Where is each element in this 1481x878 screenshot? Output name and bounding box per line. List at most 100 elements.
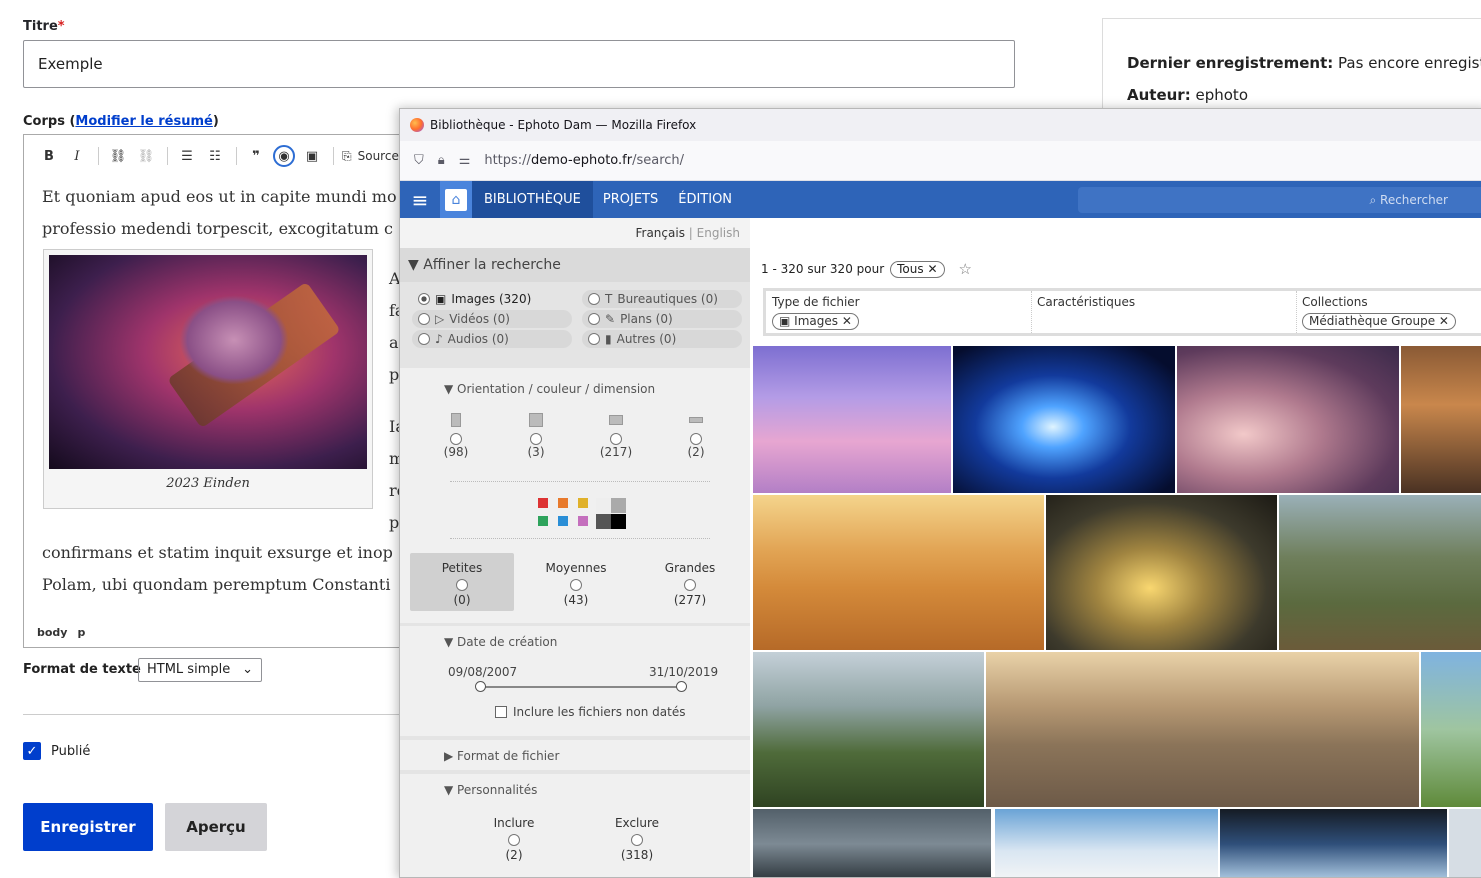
language-switcher: Français | English <box>400 218 750 248</box>
radio[interactable] <box>588 333 600 345</box>
bold-button[interactable]: B <box>38 145 60 167</box>
publie-checkbox[interactable]: ✓ Publié <box>23 742 90 760</box>
color-palette[interactable] <box>538 498 628 530</box>
thumbnail-cliffs[interactable] <box>753 809 991 877</box>
guitar-photo <box>49 255 367 469</box>
url-bar[interactable]: ⛉ 🔒︎ ⚌ https://demo-ephoto.fr/search/ <box>400 141 1481 181</box>
tab-edition[interactable]: ÉDITION <box>668 181 742 218</box>
file-icon: ▮ <box>605 332 612 346</box>
date-header[interactable]: ▼ Date de création <box>444 635 557 649</box>
star-icon[interactable]: ☆ <box>959 260 972 278</box>
size-petites[interactable]: Petites (0) <box>410 553 514 611</box>
thumbnail-clouds[interactable] <box>1177 346 1399 493</box>
shield-icon[interactable]: ⛉ <box>414 153 424 168</box>
filter-bureautiques[interactable]: T Bureautiques (0) <box>582 290 742 308</box>
radio[interactable] <box>418 333 430 345</box>
toolbar-separator <box>98 147 99 165</box>
people-header[interactable]: ▼ Personnalités <box>444 783 537 797</box>
bulleted-list-icon[interactable]: ☰ <box>176 145 198 167</box>
triangle-down-icon: ▼ <box>408 257 424 273</box>
radio[interactable] <box>418 293 430 305</box>
size-grandes[interactable]: Grandes (277) <box>638 553 742 611</box>
window-title: Bibliothèque - Ephoto Dam — Mozilla Fire… <box>430 118 697 132</box>
thumbnail-glacier[interactable] <box>1220 809 1447 877</box>
home-button[interactable]: ⌂ <box>440 181 472 218</box>
thumbnail-coastal-city[interactable] <box>986 652 1419 807</box>
format-select[interactable]: HTML simple ⌄ <box>138 658 262 682</box>
date-slider-track[interactable] <box>480 686 682 688</box>
ephoto-insert-icon[interactable]: ◉ <box>273 145 295 167</box>
source-label: Source <box>357 149 399 163</box>
toolbar-separator <box>333 147 334 165</box>
tab-bibliotheque[interactable]: BIBLIOTHÈQUE <box>472 181 593 218</box>
orientation-landscape[interactable]: (217) <box>596 413 636 459</box>
thumbnail-valley[interactable] <box>1421 652 1481 807</box>
source-button[interactable]: ⎘ Source <box>342 149 399 164</box>
date-slider-end-handle[interactable] <box>676 681 687 692</box>
lock-icon[interactable]: 🔒︎ <box>438 153 445 168</box>
refine-header[interactable]: ▼ Affiner la recherche <box>400 248 750 282</box>
date-slider-start-handle[interactable] <box>475 681 486 692</box>
undated-checkbox[interactable]: Inclure les fichiers non datés <box>495 705 686 719</box>
facet-type: Type de fichier ▣ Images ✕ <box>772 295 860 330</box>
filter-autres[interactable]: ▮ Autres (0) <box>582 330 742 348</box>
italic-button[interactable]: I <box>66 145 88 167</box>
image-insert-icon[interactable]: ▣ <box>301 145 323 167</box>
people-exclude[interactable]: Exclure (318) <box>585 808 689 866</box>
preview-button[interactable]: Aperçu <box>165 803 267 851</box>
menu-icon[interactable]: ≡ <box>400 181 440 218</box>
blockquote-icon[interactable]: ❞ <box>245 145 267 167</box>
titre-input[interactable]: Exemple <box>23 40 1015 88</box>
window-titlebar: Bibliothèque - Ephoto Dam — Mozilla Fire… <box>400 109 1481 141</box>
results-filter-chip[interactable]: Tous ✕ <box>890 260 945 278</box>
toolbar-separator <box>236 147 237 165</box>
radio[interactable] <box>588 293 600 305</box>
thumbnail-storm-sunset[interactable] <box>1046 495 1277 650</box>
search-input[interactable]: ⌕ Rechercher <box>1078 187 1481 213</box>
url-text[interactable]: https://demo-ephoto.fr/search/ <box>484 153 684 168</box>
tab-projets[interactable]: PROJETS <box>593 181 668 218</box>
thumbnail-machu-picchu[interactable] <box>753 652 984 807</box>
filter-audios[interactable]: ♪ Audios (0) <box>412 330 572 348</box>
radio[interactable] <box>418 313 430 325</box>
facet-type-chip[interactable]: ▣ Images ✕ <box>772 313 859 330</box>
permissions-icon[interactable]: ⚌ <box>459 153 471 168</box>
image-grid <box>753 346 1481 877</box>
date-end: 31/10/2019 <box>649 665 719 679</box>
modifier-resume-link[interactable]: Modifier le résumé <box>75 114 212 129</box>
people-include[interactable]: Inclure (2) <box>462 808 566 866</box>
orientation-panorama[interactable]: (2) <box>676 413 716 459</box>
filter-videos[interactable]: ▷ Vidéos (0) <box>412 310 572 328</box>
orientation-square[interactable]: (3) <box>516 413 556 459</box>
orientation-portrait[interactable]: (98) <box>436 413 476 459</box>
video-icon: ▷ <box>435 312 445 326</box>
results-count: 1 - 320 sur 320 pour Tous ✕ ☆ <box>761 260 972 278</box>
text-icon: T <box>605 292 613 306</box>
unlink-icon[interactable]: ⛓ <box>135 145 157 167</box>
firefox-window[interactable]: Bibliothèque - Ephoto Dam — Mozilla Fire… <box>399 108 1481 878</box>
thumbnail-pink-sky[interactable] <box>753 346 951 493</box>
filter-plans[interactable]: ✎ Plans (0) <box>582 310 742 328</box>
orientation-header[interactable]: ▼ Orientation / couleur / dimension <box>444 382 655 396</box>
file-format-header[interactable]: ▶ Format de fichier <box>444 749 559 763</box>
thumbnail-partial[interactable] <box>1449 809 1481 877</box>
filter-images[interactable]: ▣ Images (320) <box>412 290 572 308</box>
radio[interactable] <box>588 313 600 325</box>
file-format-section[interactable]: ▶ Format de fichier <box>400 740 750 770</box>
lang-francais[interactable]: Français <box>635 226 684 240</box>
lang-english[interactable]: English <box>697 226 740 240</box>
thumbnail-snow-mountain[interactable] <box>995 809 1218 877</box>
size-moyennes[interactable]: Moyennes (43) <box>524 553 628 611</box>
thumbnail-lightning[interactable] <box>953 346 1175 493</box>
save-button[interactable]: Enregistrer <box>23 803 153 851</box>
facet-collection-chip[interactable]: Médiathèque Groupe ✕ <box>1302 313 1456 330</box>
thumbnail-city[interactable] <box>1401 346 1481 493</box>
corps-label: Corps (Modifier le résumé) <box>23 114 219 129</box>
numbered-list-icon[interactable]: ☷ <box>204 145 226 167</box>
embedded-figure[interactable]: 2023 Einden <box>43 249 373 509</box>
dotted-divider <box>450 538 710 539</box>
dotted-divider <box>450 481 710 482</box>
thumbnail-elephants[interactable] <box>1279 495 1481 650</box>
link-icon[interactable]: ⛓ <box>107 145 129 167</box>
thumbnail-desert[interactable] <box>753 495 1044 650</box>
